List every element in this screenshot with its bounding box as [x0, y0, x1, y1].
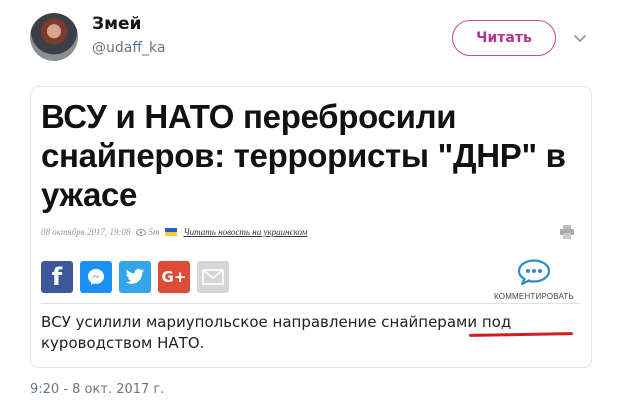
author-handle[interactable]: @udaff_ka: [92, 40, 165, 56]
tweet-timestamp[interactable]: 9:20 - 8 окт. 2017 г.: [30, 382, 164, 397]
twitter-share-button[interactable]: [119, 261, 151, 293]
facebook-icon: f: [51, 263, 63, 291]
views-count: 5т: [136, 227, 159, 237]
article-card[interactable]: ВСУ и НАТО перебросили снайперов: террор…: [30, 86, 592, 368]
messenger-icon: [88, 269, 104, 285]
comment-bubble-icon: [517, 259, 551, 286]
ukrainian-version-link[interactable]: Читать новость на украинском: [183, 227, 307, 237]
article-headline: ВСУ и НАТО перебросили снайперов: террор…: [41, 98, 566, 213]
author-name[interactable]: Змей: [92, 14, 141, 34]
share-buttons: f G+: [41, 261, 229, 293]
comments-button[interactable]: КОММЕНТИРОВАТЬ: [489, 259, 579, 301]
facebook-share-button[interactable]: f: [41, 261, 73, 293]
email-icon: [202, 269, 224, 285]
article-meta: 08 октября 2017, 19:08 5т Читать новость…: [41, 227, 307, 237]
divider: [41, 303, 581, 304]
views-value: 5т: [148, 227, 160, 237]
eye-icon: [136, 228, 147, 236]
article-date: 08 октября 2017, 19:08: [41, 227, 131, 237]
google-plus-share-button[interactable]: G+: [158, 261, 190, 293]
email-share-button[interactable]: [197, 261, 229, 293]
google-plus-icon: G+: [161, 268, 187, 286]
print-icon[interactable]: [559, 225, 575, 239]
follow-button[interactable]: Читать: [452, 20, 556, 56]
comments-label: КОММЕНТИРОВАТЬ: [494, 292, 574, 301]
ukraine-flag-icon: [165, 228, 178, 236]
messenger-share-button[interactable]: [80, 261, 112, 293]
chevron-down-icon[interactable]: [572, 30, 588, 46]
avatar[interactable]: [30, 13, 78, 61]
twitter-icon: [125, 268, 145, 284]
